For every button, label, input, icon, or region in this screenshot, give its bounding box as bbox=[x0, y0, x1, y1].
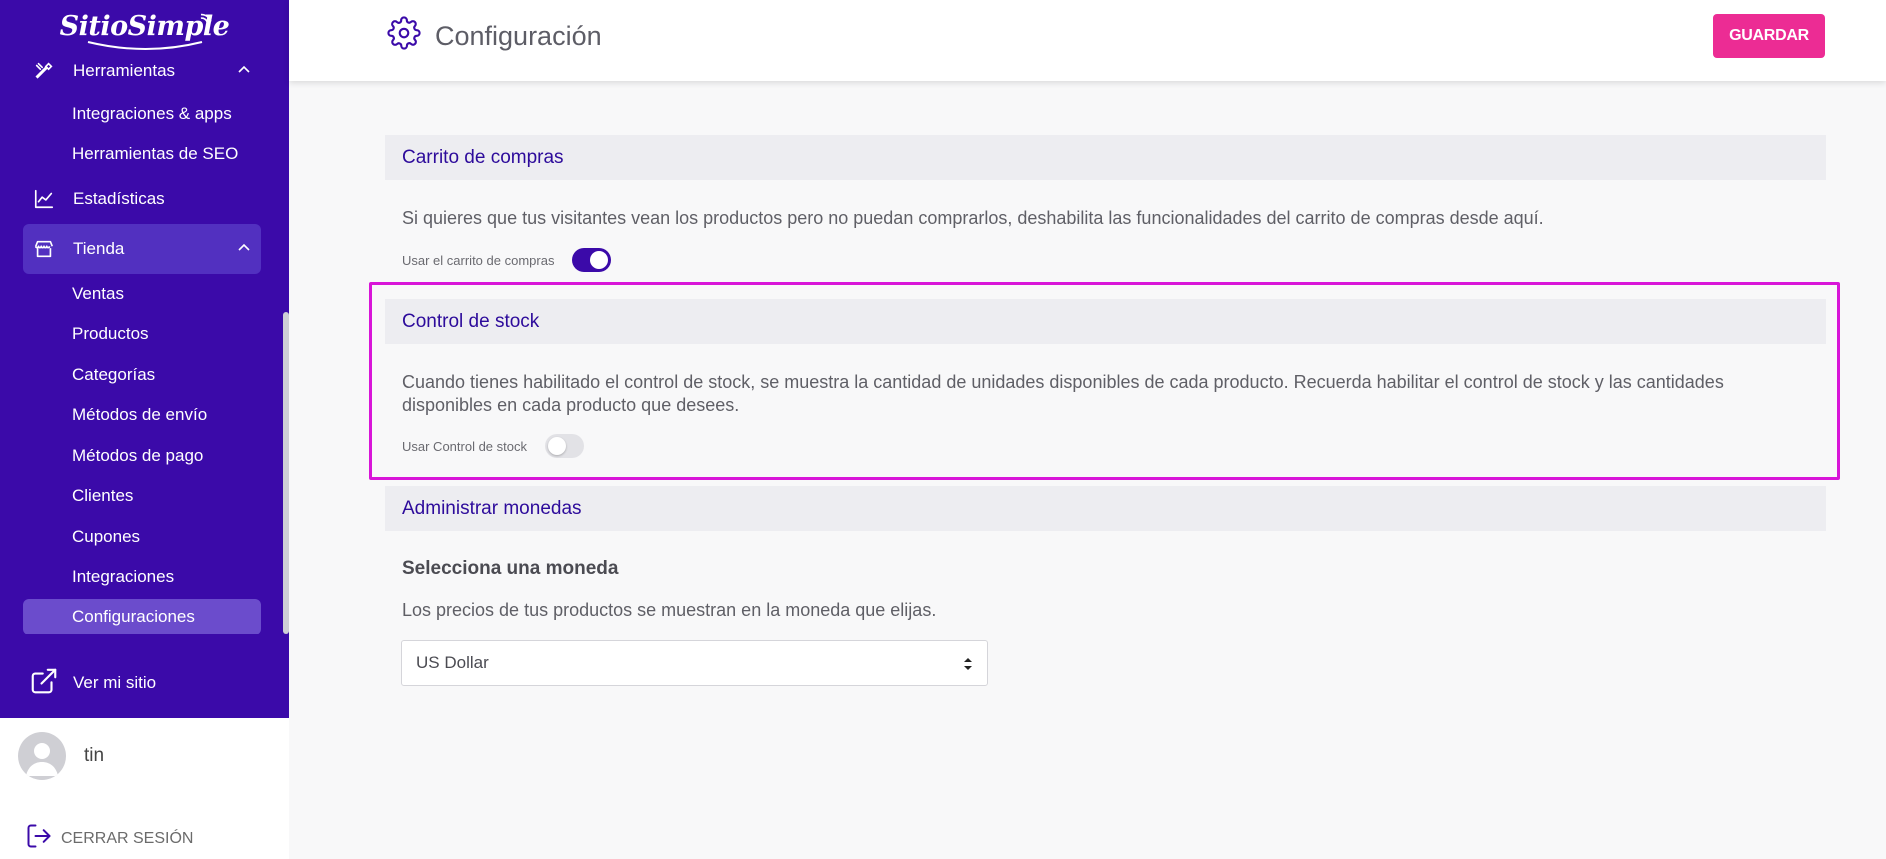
select-arrows-icon bbox=[963, 656, 973, 677]
gear-icon bbox=[387, 16, 421, 57]
tools-icon bbox=[32, 59, 56, 83]
sidebar-item-integrations-apps[interactable]: Integraciones & apps bbox=[23, 96, 261, 132]
sidebar-item-store[interactable]: Tienda bbox=[23, 224, 261, 274]
sidebar-scrollbar-thumb[interactable] bbox=[283, 312, 289, 634]
sidebar-item-label: Estadísticas bbox=[73, 189, 165, 208]
user-profile[interactable]: tin bbox=[18, 732, 104, 780]
sidebar-item-tools[interactable]: Herramientas bbox=[23, 56, 261, 96]
sidebar-item-coupons[interactable]: Cupones bbox=[23, 519, 261, 555]
chart-line-icon bbox=[32, 187, 56, 211]
sidebar-item-settings[interactable]: Configuraciones bbox=[23, 599, 261, 634]
currency-select[interactable]: US Dollar bbox=[401, 640, 988, 686]
stock-section-title: Control de stock bbox=[402, 310, 540, 332]
toggle-knob bbox=[548, 437, 566, 455]
stock-toggle-row: Usar Control de stock bbox=[402, 434, 584, 458]
toggle-knob bbox=[590, 251, 609, 269]
top-bar: Configuración GUARDAR bbox=[289, 0, 1886, 81]
currency-subtitle: Selecciona una moneda bbox=[402, 558, 619, 579]
sidebar-item-label: Herramientas de SEO bbox=[72, 144, 239, 163]
sidebar-item-label: Tienda bbox=[73, 239, 125, 258]
chevron-up-icon bbox=[237, 240, 251, 260]
user-name: tin bbox=[84, 745, 105, 766]
stock-toggle[interactable] bbox=[545, 434, 584, 458]
page-title-text: Configuración bbox=[435, 21, 602, 51]
logout-button[interactable]: CERRAR SESIÓN bbox=[25, 822, 193, 855]
sidebar-item-seo-tools[interactable]: Herramientas de SEO bbox=[23, 136, 261, 172]
sidebar-item-label: Integraciones & apps bbox=[72, 104, 232, 123]
avatar bbox=[18, 732, 66, 780]
view-site-link[interactable]: Ver mi sitio bbox=[23, 660, 261, 706]
stock-section-header: Control de stock bbox=[385, 299, 1826, 344]
sidebar-item-label: Integraciones bbox=[72, 567, 175, 586]
stock-description: Cuando tienes habilitado el control de s… bbox=[402, 372, 1724, 415]
cart-toggle-row: Usar el carrito de compras bbox=[402, 248, 612, 272]
user-avatar-icon bbox=[26, 743, 58, 776]
currency-section-title: Administrar monedas bbox=[402, 497, 582, 519]
sidebar-item-customers[interactable]: Clientes bbox=[23, 478, 261, 514]
sidebar-item-label: Métodos de pago bbox=[72, 446, 204, 465]
sidebar-item-payment-methods[interactable]: Métodos de pago bbox=[23, 438, 261, 474]
sidebar-item-label: Cupones bbox=[72, 527, 141, 546]
chevron-up-icon bbox=[237, 62, 251, 82]
stock-toggle-label: Usar Control de stock bbox=[402, 438, 527, 454]
cart-section-title: Carrito de compras bbox=[402, 146, 564, 168]
sidebar: Herramientas Integraciones & apps Herram… bbox=[0, 0, 289, 859]
logout-icon bbox=[25, 822, 53, 855]
save-button[interactable]: GUARDAR bbox=[1713, 14, 1825, 58]
currency-description: Los precios de tus productos se muestran… bbox=[402, 600, 937, 620]
sidebar-item-label: Categorías bbox=[72, 365, 156, 384]
sidebar-item-stats[interactable]: Estadísticas bbox=[23, 174, 261, 224]
external-link-icon bbox=[29, 666, 59, 701]
logo: SitioSimple bbox=[0, 4, 289, 56]
logo-swoosh bbox=[87, 41, 203, 50]
logout-label: CERRAR SESIÓN bbox=[61, 829, 194, 847]
cart-section-header: Carrito de compras bbox=[385, 135, 1826, 180]
sidebar-item-integrations[interactable]: Integraciones bbox=[23, 559, 261, 595]
currency-selected-value: US Dollar bbox=[416, 653, 489, 672]
sidebar-item-label: Ventas bbox=[72, 284, 124, 303]
sidebar-item-label: Configuraciones bbox=[72, 607, 195, 626]
page-title: Configuración bbox=[387, 16, 602, 57]
sidebar-item-sales[interactable]: Ventas bbox=[23, 276, 261, 312]
sidebar-item-products[interactable]: Productos bbox=[23, 316, 261, 352]
logo-signal-icon bbox=[200, 13, 212, 24]
cart-toggle[interactable] bbox=[572, 248, 612, 272]
sidebar-item-shipping-methods[interactable]: Métodos de envío bbox=[23, 397, 261, 433]
sidebar-item-label: Productos bbox=[72, 324, 149, 343]
cart-description: Si quieres que tus visitantes vean los p… bbox=[402, 208, 1544, 228]
sidebar-item-label: Clientes bbox=[72, 486, 134, 505]
cart-toggle-label: Usar el carrito de compras bbox=[402, 252, 555, 268]
sidebar-nav-panel: Herramientas Integraciones & apps Herram… bbox=[0, 0, 289, 718]
view-site-label: Ver mi sitio bbox=[73, 673, 157, 692]
store-icon bbox=[32, 237, 56, 261]
sidebar-item-categories[interactable]: Categorías bbox=[23, 357, 261, 393]
sidebar-menu: Herramientas Integraciones & apps Herram… bbox=[0, 56, 283, 634]
sidebar-item-label: Herramientas bbox=[73, 61, 176, 80]
sidebar-item-label: Métodos de envío bbox=[72, 405, 208, 424]
currency-section-header: Administrar monedas bbox=[385, 486, 1826, 531]
